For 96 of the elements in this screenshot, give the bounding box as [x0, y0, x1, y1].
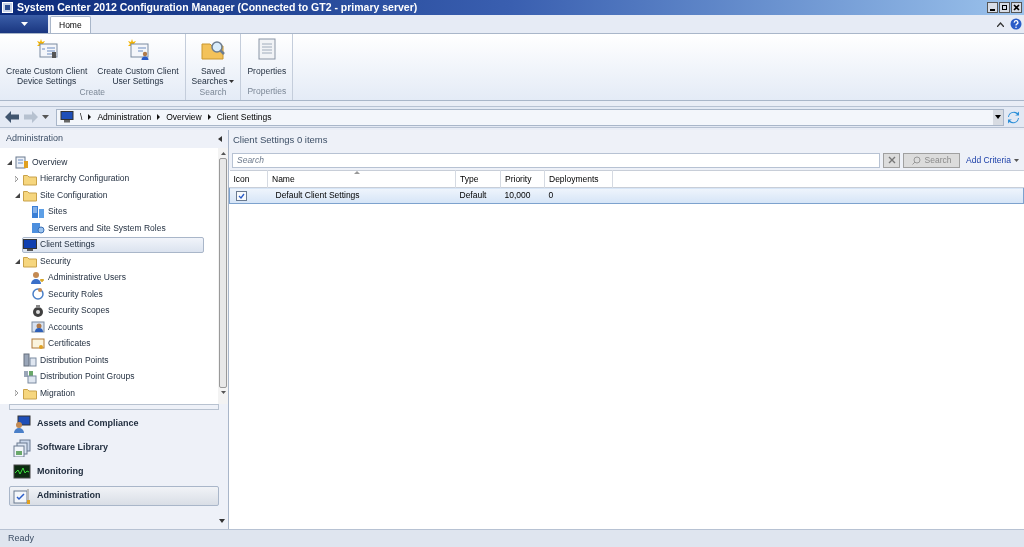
help-icon[interactable]: [1010, 18, 1022, 30]
expanded-arrow-icon[interactable]: [14, 258, 20, 264]
breadcrumb-item[interactable]: Administration: [91, 110, 158, 124]
tree-item[interactable]: Security Roles: [30, 286, 107, 303]
dropdown-caret-icon: [1013, 158, 1019, 162]
breadcrumb-item[interactable]: \: [74, 110, 89, 124]
ribbon-group-label: Create: [79, 86, 105, 99]
ribbon-group-label: Search: [199, 86, 227, 99]
collapse-ribbon-icon[interactable]: [997, 21, 1004, 27]
table-cell: Default: [459, 190, 487, 201]
tree-item[interactable]: Administrative Users: [30, 269, 130, 286]
ribbon-button[interactable]: Create Custom Client Device Settings: [3, 38, 91, 86]
tree-item[interactable]: Security Scopes: [30, 302, 114, 319]
search-field[interactable]: Search: [232, 152, 880, 168]
workspace-button[interactable]: Monitoring: [9, 462, 219, 482]
tree-item[interactable]: Distribution Points: [22, 352, 113, 369]
folder-icon: [23, 254, 37, 269]
column-header[interactable]: Name: [267, 170, 456, 188]
column-header[interactable]: Icon: [229, 170, 268, 188]
expanded-arrow-icon[interactable]: [14, 192, 20, 198]
workspace-button[interactable]: Administration: [9, 486, 219, 506]
clear-button[interactable]: [883, 152, 900, 168]
list-title: Client Settings 0 items: [233, 132, 328, 147]
workspace-button[interactable]: Assets and Compliance: [9, 414, 219, 434]
table-cell: 0: [548, 190, 554, 201]
table-cell: Default Client Settings: [275, 190, 360, 201]
overview-icon: [15, 155, 29, 170]
tree-item[interactable]: Hierarchy Configuration: [22, 170, 134, 187]
pane-title: Administration: [6, 132, 64, 146]
computer-icon: [60, 111, 74, 123]
tree-item[interactable]: Overview: [14, 154, 72, 171]
minimize-button[interactable]: [987, 2, 998, 13]
checklist-icon: [236, 190, 247, 201]
clear-icon: [887, 156, 896, 164]
ribbon-button[interactable]: Saved Searches: [188, 38, 238, 86]
workspace-button[interactable]: Software Library: [9, 438, 219, 458]
breadcrumb-arrow-icon: [157, 114, 161, 120]
status-text: Ready: [8, 531, 34, 545]
breadcrumb-arrow-icon: [207, 114, 211, 120]
ribbon-group-label: Properties: [247, 85, 287, 98]
search-icon: [911, 155, 921, 165]
settings-sheet-user-icon: [125, 38, 150, 62]
server-group-icon: [23, 369, 37, 384]
add-criteria-link[interactable]: Add Criteria: [966, 153, 1019, 167]
tree-item[interactable]: Client Settings: [22, 236, 204, 253]
tree-item[interactable]: Servers and Site System Roles: [30, 220, 170, 237]
tree-item[interactable]: Distribution Point Groups: [22, 368, 139, 385]
ribbon-tab[interactable]: Home: [50, 16, 91, 33]
scroll-up-arrow-icon[interactable]: [220, 152, 226, 155]
caret-icon: [20, 22, 28, 26]
user-card-icon: [31, 320, 45, 335]
back-arrow-icon[interactable]: [4, 110, 20, 124]
ribbon-button[interactable]: Create Custom Client User Settings: [94, 38, 182, 86]
window-title: System Center 2012 Configuration Manager (Connected to GT2 - primary server): [17, 0, 418, 15]
more-caret-icon[interactable]: [219, 519, 225, 523]
refresh-icon[interactable]: [1007, 110, 1020, 124]
checklist-icon: [13, 487, 31, 505]
collapsed-arrow-icon[interactable]: [15, 175, 19, 182]
collapse-pane-icon[interactable]: [218, 136, 222, 142]
tree-item[interactable]: Migration: [22, 385, 79, 402]
app-icon: [2, 2, 13, 13]
scrollbar[interactable]: [218, 148, 228, 404]
certificate-icon: [31, 336, 45, 351]
tree-item[interactable]: Security: [22, 253, 75, 270]
breadcrumb-arrow-icon: [88, 114, 92, 120]
restore-button[interactable]: [999, 2, 1010, 13]
column-header[interactable]: Type: [455, 170, 501, 188]
column-header[interactable]: Deployments: [544, 170, 613, 188]
computer-user-icon: [13, 415, 31, 433]
close-button[interactable]: [1011, 2, 1022, 13]
collapsed-arrow-icon[interactable]: [15, 390, 19, 397]
stacked-pages-icon: [13, 439, 31, 457]
breadcrumb-item[interactable]: Overview: [160, 110, 208, 124]
monitor-icon: [23, 237, 37, 252]
sort-arrow-icon: [354, 171, 360, 174]
expanded-arrow-icon[interactable]: [6, 159, 12, 165]
history-caret-icon[interactable]: [42, 115, 49, 119]
column-header[interactable]: Priority: [500, 170, 545, 188]
folder-magnifier-icon: [201, 38, 225, 62]
user-circle-icon: [31, 287, 45, 302]
tree-item[interactable]: Accounts: [30, 319, 87, 336]
table-cell: 10,000: [504, 190, 531, 201]
monitor-graph-icon: [13, 463, 31, 481]
ribbon-button[interactable]: Properties: [244, 38, 290, 76]
server-tower-icon: [23, 353, 37, 368]
address-bar[interactable]: \ Administration Overview Client Settings: [56, 108, 1004, 126]
tree-item[interactable]: Site Configuration: [22, 187, 112, 204]
server-icon: [31, 221, 45, 236]
folder-icon: [23, 188, 37, 203]
tree-item[interactable]: Certificates: [30, 335, 95, 352]
breadcrumb-item[interactable]: Client Settings: [210, 110, 278, 124]
dropdown-caret-icon[interactable]: [995, 115, 1001, 119]
sites-icon: [31, 204, 45, 219]
scroll-down-arrow-icon[interactable]: [220, 391, 226, 394]
tree-item[interactable]: Sites: [30, 203, 71, 220]
folder-icon: [23, 386, 37, 401]
